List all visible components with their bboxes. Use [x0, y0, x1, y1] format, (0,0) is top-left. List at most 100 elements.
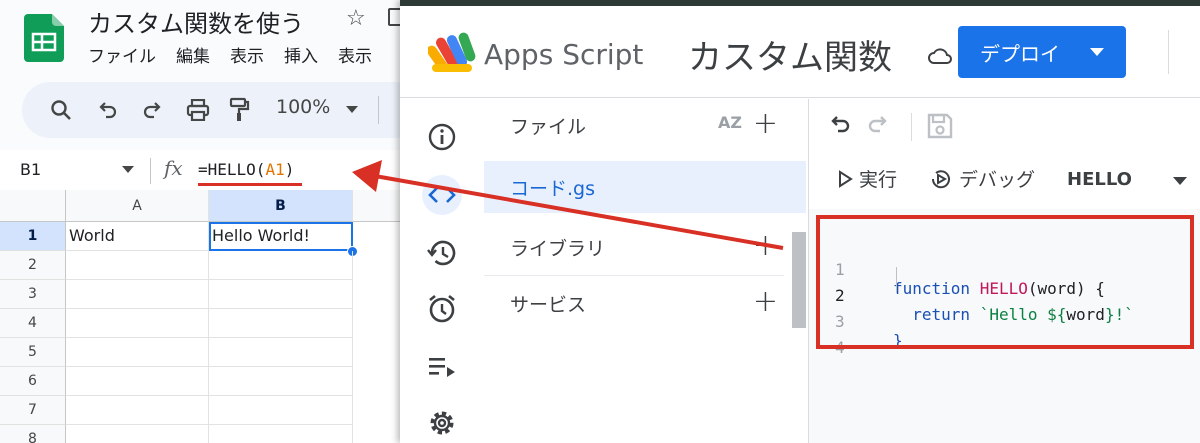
cell-b3[interactable] — [209, 280, 353, 309]
menu-format[interactable]: 表示 — [338, 42, 372, 67]
sheets-window: カスタム関数を使う ☆ ファイル 編集 表示 挿入 表示 100% B1 fx … — [0, 0, 400, 443]
files-header: ファイル AZ + — [484, 99, 806, 151]
apps-script-logo-icon[interactable] — [428, 30, 480, 74]
libraries-label: ライブラリ — [510, 237, 606, 260]
info-icon[interactable] — [422, 117, 462, 157]
menu-bar: ファイル 編集 表示 挿入 表示 — [88, 42, 372, 67]
formula-input[interactable]: =HELLO(A1) — [198, 160, 294, 179]
files-scrollbar[interactable] — [792, 232, 806, 328]
add-library-icon[interactable]: + — [753, 231, 778, 261]
name-box[interactable]: B1 — [20, 160, 41, 179]
services-label: サービス — [510, 293, 587, 316]
project-title[interactable]: カスタム関数 — [688, 30, 892, 79]
add-file-icon[interactable]: + — [753, 109, 778, 139]
spreadsheet-grid: A B 1 2 3 4 5 6 7 8 World Hello World! — [0, 190, 400, 443]
row-header-1[interactable]: 1 — [0, 222, 66, 251]
toolbar-divider — [378, 96, 379, 124]
sheets-logo-icon[interactable] — [24, 14, 64, 62]
run-label: 実行 — [859, 169, 898, 191]
editor-toolbar: 実行 デバッグ HELLO — [809, 99, 1200, 209]
move-folder-icon[interactable] — [388, 8, 400, 26]
formula-suffix: ) — [284, 160, 295, 179]
history-icon[interactable] — [422, 233, 462, 273]
select-all-corner[interactable] — [0, 190, 66, 222]
paint-format-icon[interactable] — [228, 94, 250, 126]
apps-script-header: Apps Script カスタム関数 デプロイ — [400, 6, 1200, 98]
formula-prefix: =HELLO( — [198, 160, 266, 179]
cell-a5[interactable] — [66, 338, 209, 367]
executions-icon[interactable] — [422, 347, 462, 387]
star-icon[interactable]: ☆ — [346, 6, 366, 31]
column-header-b[interactable]: B — [209, 190, 353, 222]
search-icon[interactable] — [50, 94, 72, 126]
zoom-caret-icon[interactable] — [346, 106, 358, 113]
cell-b4[interactable] — [209, 309, 353, 338]
cell-b5[interactable] — [209, 338, 353, 367]
sheets-toolbar: 100% — [22, 82, 400, 138]
zoom-select[interactable]: 100% — [276, 96, 330, 118]
debug-icon — [931, 169, 950, 188]
cell-b2[interactable] — [209, 251, 353, 280]
cell-a7[interactable] — [66, 396, 209, 425]
add-service-icon[interactable]: + — [753, 287, 778, 317]
function-select[interactable]: HELLO — [1067, 169, 1132, 190]
function-select-caret-icon[interactable] — [1173, 177, 1187, 185]
print-icon[interactable] — [186, 94, 210, 126]
debug-label: デバッグ — [959, 169, 1036, 191]
files-separator — [484, 275, 784, 276]
cell-a8[interactable] — [66, 425, 209, 443]
side-rail — [400, 99, 484, 443]
menu-insert[interactable]: 挿入 — [284, 42, 318, 67]
column-header-c[interactable] — [353, 190, 400, 222]
cell-a6[interactable] — [66, 367, 209, 396]
cell-b8[interactable] — [209, 425, 353, 443]
cell-b6[interactable] — [209, 367, 353, 396]
play-icon — [839, 169, 853, 188]
name-box-caret-icon[interactable] — [122, 166, 134, 173]
code-icon[interactable] — [422, 175, 462, 215]
file-item-code-gs[interactable]: コード.gs — [484, 161, 806, 213]
cell-b1[interactable]: Hello World! — [209, 222, 353, 251]
menu-file[interactable]: ファイル — [88, 42, 156, 67]
run-button[interactable]: 実行 — [837, 165, 897, 192]
row-header-2[interactable]: 2 — [0, 251, 66, 280]
redo-icon[interactable] — [142, 94, 162, 126]
code-annotation-box — [816, 215, 1194, 349]
row-header-6[interactable]: 6 — [0, 367, 66, 396]
row-header-3[interactable]: 3 — [0, 280, 66, 309]
deploy-caret-icon — [1090, 48, 1104, 56]
row-header-7[interactable]: 7 — [0, 396, 66, 425]
row-header-5[interactable]: 5 — [0, 338, 66, 367]
menu-view[interactable]: 表示 — [230, 42, 264, 67]
deploy-label: デプロイ — [980, 41, 1060, 66]
row-header-8[interactable]: 8 — [0, 425, 66, 443]
cell-a2[interactable] — [66, 251, 209, 280]
cell-a3[interactable] — [66, 280, 209, 309]
editor-toolbar-divider — [911, 113, 912, 141]
settings-icon[interactable] — [422, 403, 462, 443]
row-header-4[interactable]: 4 — [0, 309, 66, 338]
files-header-label: ファイル — [510, 115, 587, 138]
cloud-saved-icon — [928, 48, 952, 64]
libraries-section: ライブラリ + — [484, 221, 806, 273]
debug-button[interactable]: デバッグ — [929, 165, 1035, 192]
redo-icon[interactable] — [867, 113, 889, 135]
sort-az-icon[interactable]: AZ — [718, 113, 742, 132]
document-title[interactable]: カスタム関数を使う — [88, 4, 304, 39]
product-name: Apps Script — [484, 38, 644, 71]
column-header-a[interactable]: A — [66, 190, 209, 222]
alarm-icon[interactable] — [422, 289, 462, 329]
services-section: サービス + — [484, 277, 806, 329]
cell-a1[interactable]: World — [66, 222, 209, 251]
cell-a4[interactable] — [66, 309, 209, 338]
save-icon[interactable] — [927, 113, 953, 139]
formula-ref: A1 — [265, 160, 285, 179]
deploy-button[interactable]: デプロイ — [958, 26, 1126, 78]
undo-icon[interactable] — [829, 113, 851, 135]
files-pane: ファイル AZ + コード.gs ライブラリ + サービス + — [484, 99, 806, 443]
cell-b7[interactable] — [209, 396, 353, 425]
fx-icon: fx — [164, 156, 183, 180]
menu-edit[interactable]: 編集 — [176, 42, 210, 67]
header-divider — [1168, 30, 1169, 74]
undo-icon[interactable] — [98, 94, 118, 126]
